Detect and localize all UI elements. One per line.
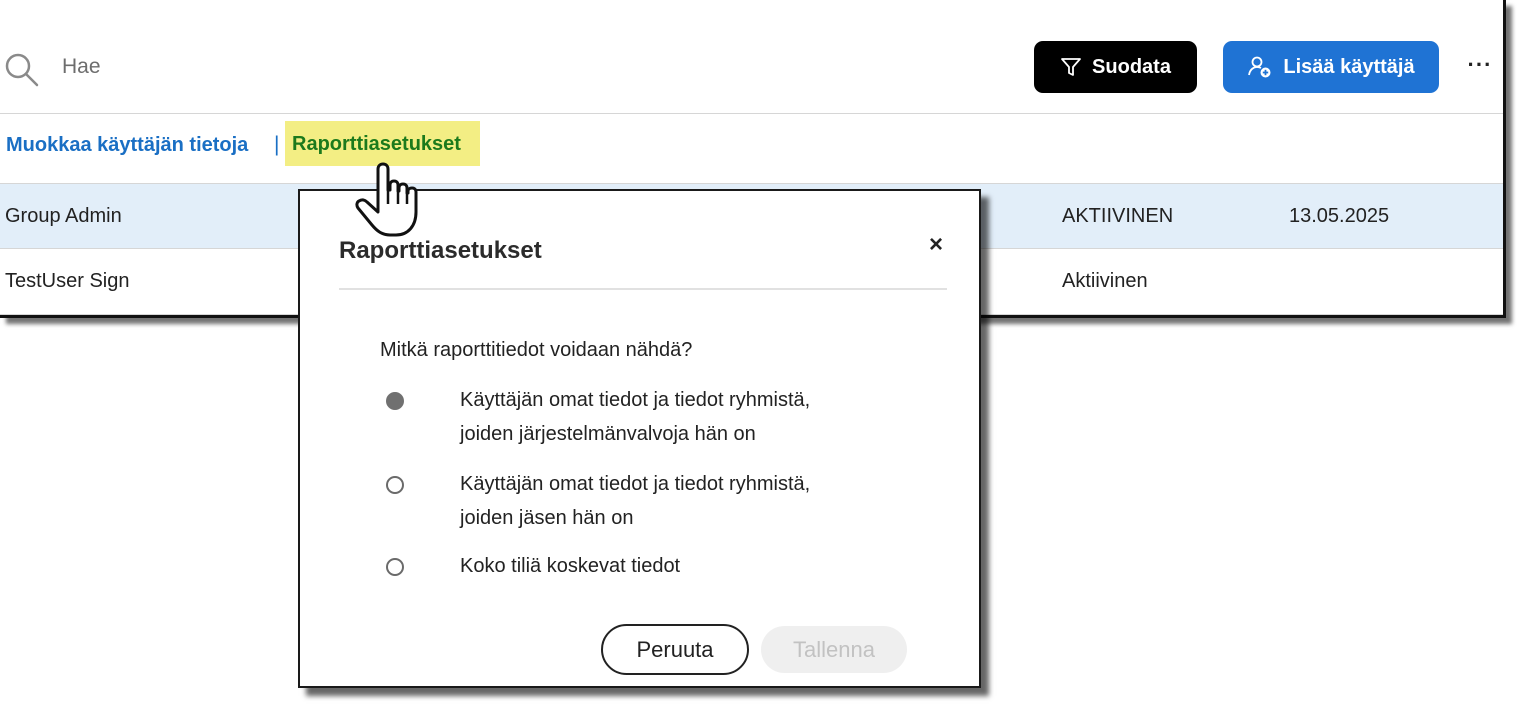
add-user-label: Lisää käyttäjä <box>1283 55 1415 78</box>
search-icon <box>5 53 39 87</box>
edit-user-link[interactable]: Muokkaa käyttäjän tietoja <box>6 134 248 157</box>
user-name-cell: Group Admin <box>5 205 122 227</box>
option-label: Käyttäjän omat tiedot ja tiedot ryhmistä… <box>460 389 811 445</box>
toolbar: Suodata Lisää käyttäjä ··· <box>0 0 1503 114</box>
filter-button[interactable]: Suodata <box>1034 41 1197 93</box>
dialog-question: Mitkä raporttitiedot voidaan nähdä? <box>380 339 693 361</box>
add-user-icon <box>1248 56 1271 78</box>
filter-label: Suodata <box>1092 55 1171 78</box>
option-label: Koko tiliä koskevat tiedot <box>460 555 681 577</box>
option-label: Käyttäjän omat tiedot ja tiedot ryhmistä… <box>460 473 811 529</box>
radio-button[interactable] <box>386 558 404 576</box>
status-cell: AKTIIVINEN <box>1062 205 1174 227</box>
filter-icon <box>1061 58 1081 76</box>
dialog-title: Raporttiasetukset <box>339 237 542 264</box>
report-settings-link[interactable]: Raporttiasetukset <box>285 121 480 166</box>
more-options-button[interactable]: ··· <box>1460 50 1500 84</box>
close-icon[interactable]: × <box>920 229 952 261</box>
status-cell: Aktiivinen <box>1062 270 1148 292</box>
dialog-divider <box>339 288 947 290</box>
radio-button[interactable] <box>386 476 404 494</box>
date-cell: 13.05.2025 <box>1289 205 1390 227</box>
radio-button-selected[interactable] <box>386 392 404 410</box>
cancel-button[interactable]: Peruuta <box>601 624 749 675</box>
user-name-cell: TestUser Sign <box>5 270 130 292</box>
save-button[interactable]: Tallenna <box>761 626 907 673</box>
action-separator: | <box>274 133 280 156</box>
add-user-button[interactable]: Lisää käyttäjä <box>1223 41 1439 93</box>
search-input[interactable] <box>60 50 460 84</box>
report-settings-dialog: Raporttiasetukset × Mitkä raporttitiedot… <box>298 189 981 688</box>
